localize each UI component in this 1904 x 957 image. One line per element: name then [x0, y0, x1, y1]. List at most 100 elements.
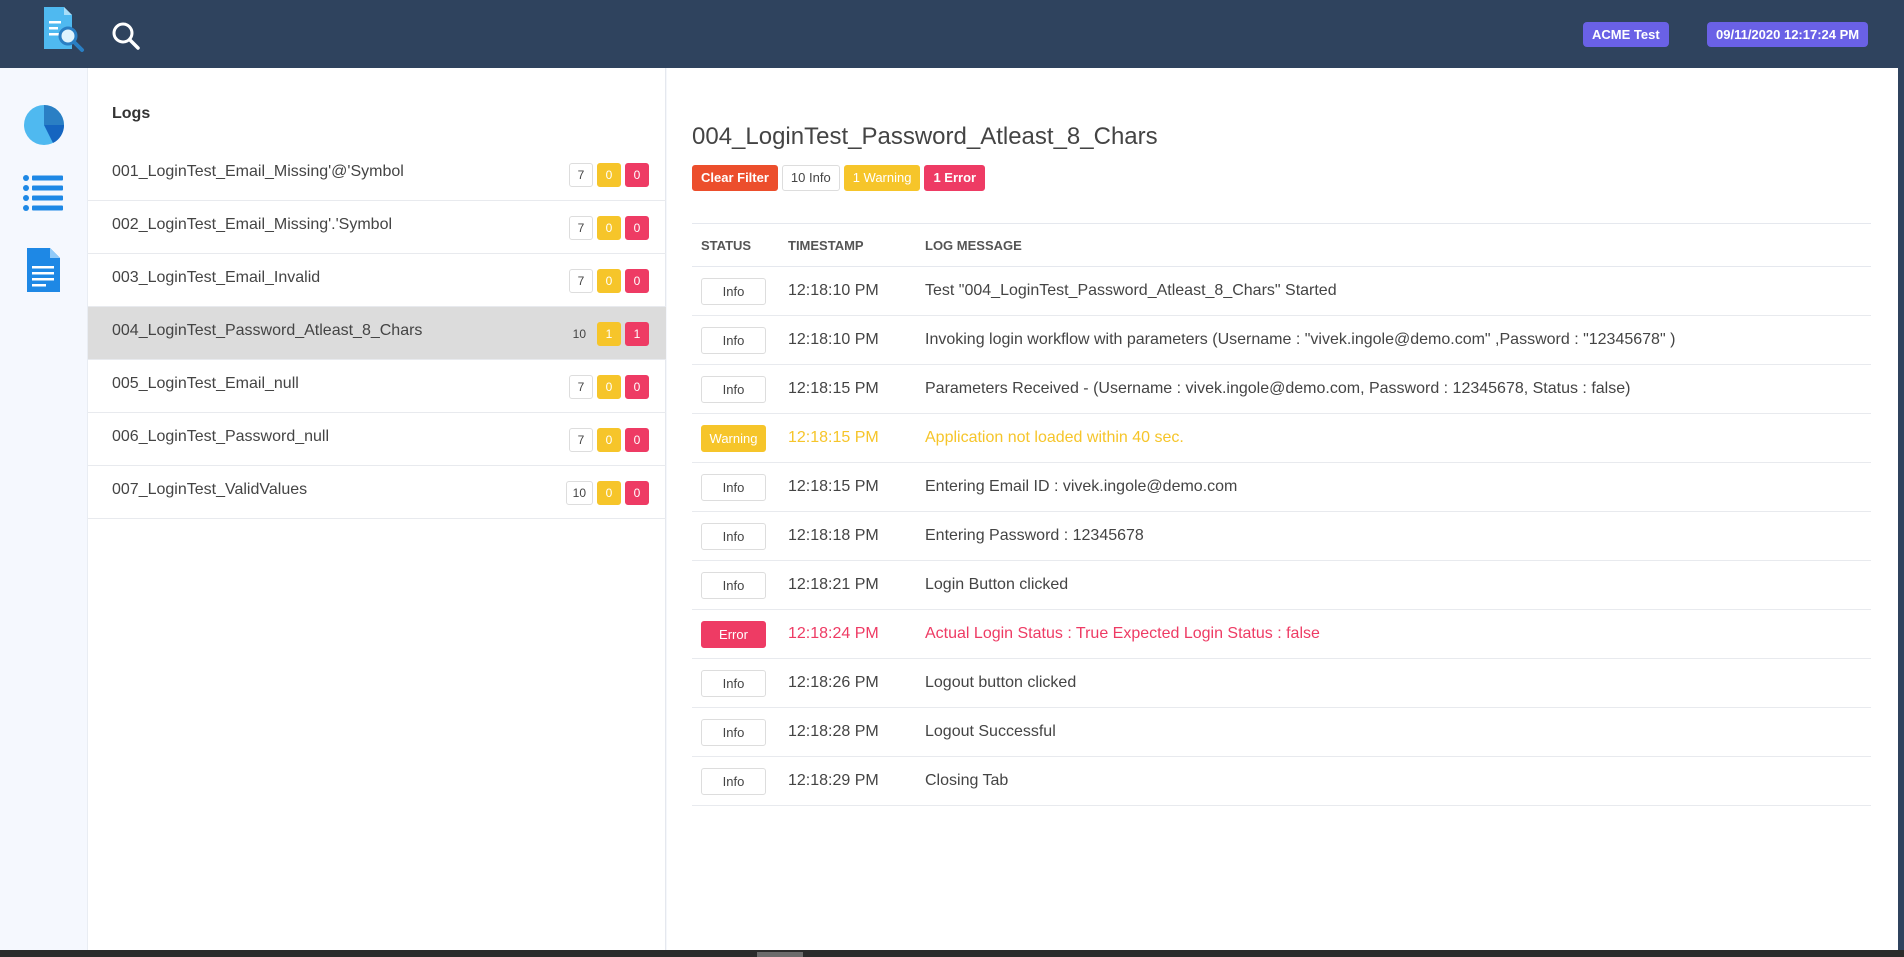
timestamp-cell: 12:18:10 PM: [779, 266, 916, 316]
info-count-badge: 7: [569, 163, 593, 187]
status-badge[interactable]: Info: [701, 767, 766, 795]
timestamp-cell: 12:18:29 PM: [779, 756, 916, 806]
test-counts: 700: [569, 216, 649, 240]
test-counts: 700: [569, 428, 649, 452]
column-header-message[interactable]: LOG MESSAGE: [916, 223, 1871, 267]
log-message-cell: Parameters Received - (Username : vivek.…: [916, 364, 1871, 414]
horizontal-scrollbar[interactable]: [0, 950, 1904, 957]
error-count-badge: 0: [625, 163, 649, 187]
timestamp-cell: 12:18:24 PM: [779, 609, 916, 659]
project-name-badge: ACME Test: [1583, 22, 1669, 47]
timestamp-cell: 12:18:18 PM: [779, 511, 916, 561]
log-message-cell: Logout button clicked: [916, 658, 1871, 708]
top-bar: ACME Test 09/11/2020 12:17:24 PM: [0, 0, 1898, 68]
test-name: 007_LoginTest_ValidValues: [112, 481, 308, 498]
table-row: Info 12:18:29 PM Closing Tab: [692, 756, 1871, 806]
log-message-cell: Entering Password : 12345678: [916, 511, 1871, 561]
filter-bar: Clear Filter 10 Info 1 Warning 1 Error: [692, 165, 986, 191]
status-badge[interactable]: Error: [701, 620, 766, 648]
table-row: Info 12:18:15 PM Entering Email ID : vivek…: [692, 462, 1871, 512]
column-header-status[interactable]: STATUS: [692, 223, 779, 267]
error-filter-button[interactable]: 1 Error: [924, 165, 986, 191]
warning-count-badge: 0: [597, 269, 621, 293]
status-badge[interactable]: Info: [701, 571, 766, 599]
log-table: STATUS TIMESTAMP LOG MESSAGE Info 12:18:1…: [692, 223, 1871, 806]
pie-chart-icon[interactable]: [20, 101, 68, 149]
list-item[interactable]: 001_LoginTest_Email_Missing'@'Symbol 7 0 0: [88, 148, 666, 201]
warning-count-badge: 0: [597, 481, 621, 505]
log-message-cell: Application not loaded within 40 sec.: [916, 413, 1871, 463]
test-name: 004_LoginTest_Password_Atleast_8_Chars: [112, 322, 423, 339]
status-badge[interactable]: Info: [701, 522, 766, 550]
page-title: 004_LoginTest_Password_Atleast_8_Chars: [692, 123, 1158, 150]
document-icon[interactable]: [20, 246, 68, 294]
test-name: 002_LoginTest_Email_Missing'.'Symbol: [112, 216, 393, 233]
list-item[interactable]: 007_LoginTest_ValidValues 10 0 0: [88, 466, 666, 519]
list-item[interactable]: 003_LoginTest_Email_Invalid 7 0 0: [88, 254, 666, 307]
table-row: Info 12:18:21 PM Login Button clicked: [692, 560, 1871, 610]
info-count-badge: 7: [569, 428, 593, 452]
warning-count-badge: 0: [597, 216, 621, 240]
list-item[interactable]: 004_LoginTest_Password_Atleast_8_Chars 10…: [88, 307, 666, 360]
error-count-badge: 0: [625, 216, 649, 240]
timestamp-cell: 12:18:26 PM: [779, 658, 916, 708]
info-count-badge: 7: [569, 269, 593, 293]
test-counts: 700: [569, 375, 649, 399]
log-message-cell: Entering Email ID : vivek.ingole@demo.co…: [916, 462, 1871, 512]
status-badge[interactable]: Warning: [701, 424, 766, 452]
warning-count-badge: 0: [597, 375, 621, 399]
log-message-cell: Invoking login workflow with parameters …: [916, 315, 1871, 365]
test-counts: 700: [569, 269, 649, 293]
status-badge[interactable]: Info: [701, 473, 766, 501]
search-icon[interactable]: [110, 20, 142, 52]
warning-filter-button[interactable]: 1 Warning: [843, 165, 921, 191]
scrollbar-thumb[interactable]: [757, 952, 803, 957]
log-detail-panel: 004_LoginTest_Password_Atleast_8_Chars C…: [667, 68, 1898, 950]
status-cell: Info: [692, 364, 779, 414]
list-icon[interactable]: [20, 168, 68, 216]
status-cell: Info: [692, 756, 779, 806]
info-count-badge: 10: [572, 327, 586, 341]
info-count-badge: 7: [569, 375, 593, 399]
list-item[interactable]: 002_LoginTest_Email_Missing'.'Symbol 7 0 0: [88, 201, 666, 254]
info-filter-button[interactable]: 10 Info: [781, 165, 840, 191]
list-item[interactable]: 006_LoginTest_Password_null 7 0 0: [88, 413, 666, 466]
error-count-badge: 1: [625, 322, 649, 346]
table-row: Info 12:18:28 PM Logout Successful: [692, 707, 1871, 757]
test-list-panel: Logs 001_LoginTest_Email_Missing'@'Symbo…: [88, 68, 666, 950]
error-count-badge: 0: [625, 269, 649, 293]
error-count-badge: 0: [625, 481, 649, 505]
warning-count-badge: 0: [597, 428, 621, 452]
status-badge[interactable]: Info: [701, 669, 766, 697]
status-badge[interactable]: Info: [701, 718, 766, 746]
status-cell: Warning: [692, 413, 779, 463]
list-title: Logs: [112, 105, 151, 122]
status-badge[interactable]: Info: [701, 326, 766, 354]
clear-filter-button[interactable]: Clear Filter: [692, 165, 778, 191]
timestamp-cell: 12:18:28 PM: [779, 707, 916, 757]
test-name: 006_LoginTest_Password_null: [112, 428, 330, 445]
list-item[interactable]: 005_LoginTest_Email_null 7 0 0: [88, 360, 666, 413]
column-header-timestamp[interactable]: TIMESTAMP: [779, 223, 916, 267]
table-header-row: STATUS TIMESTAMP LOG MESSAGE: [692, 223, 1871, 267]
table-row: Info 12:18:10 PM Test "004_LoginTest_Passw…: [692, 266, 1871, 316]
side-nav: [0, 68, 88, 950]
status-badge[interactable]: Info: [701, 375, 766, 403]
table-row: Warning 12:18:15 PM Application not loaded…: [692, 413, 1871, 463]
status-cell: Info: [692, 462, 779, 512]
log-message-cell: Actual Login Status : True Expected Logi…: [916, 609, 1871, 659]
status-cell: Info: [692, 707, 779, 757]
log-message-cell: Closing Tab: [916, 756, 1871, 806]
log-message-cell: Login Button clicked: [916, 560, 1871, 610]
test-name: 001_LoginTest_Email_Missing'@'Symbol: [112, 163, 404, 180]
test-counts: 10 0 0: [565, 481, 649, 505]
status-cell: Info: [692, 560, 779, 610]
datetime-badge: 09/11/2020 12:17:24 PM: [1707, 22, 1869, 47]
vertical-scrollbar[interactable]: [1898, 0, 1904, 950]
timestamp-cell: 12:18:15 PM: [779, 413, 916, 463]
status-badge[interactable]: Info: [701, 277, 766, 305]
report-search-icon[interactable]: [38, 5, 86, 53]
test-list: 001_LoginTest_Email_Missing'@'Symbol 7 0 0 0…: [88, 148, 666, 519]
status-cell: Info: [692, 658, 779, 708]
test-name: 003_LoginTest_Email_Invalid: [112, 269, 321, 286]
